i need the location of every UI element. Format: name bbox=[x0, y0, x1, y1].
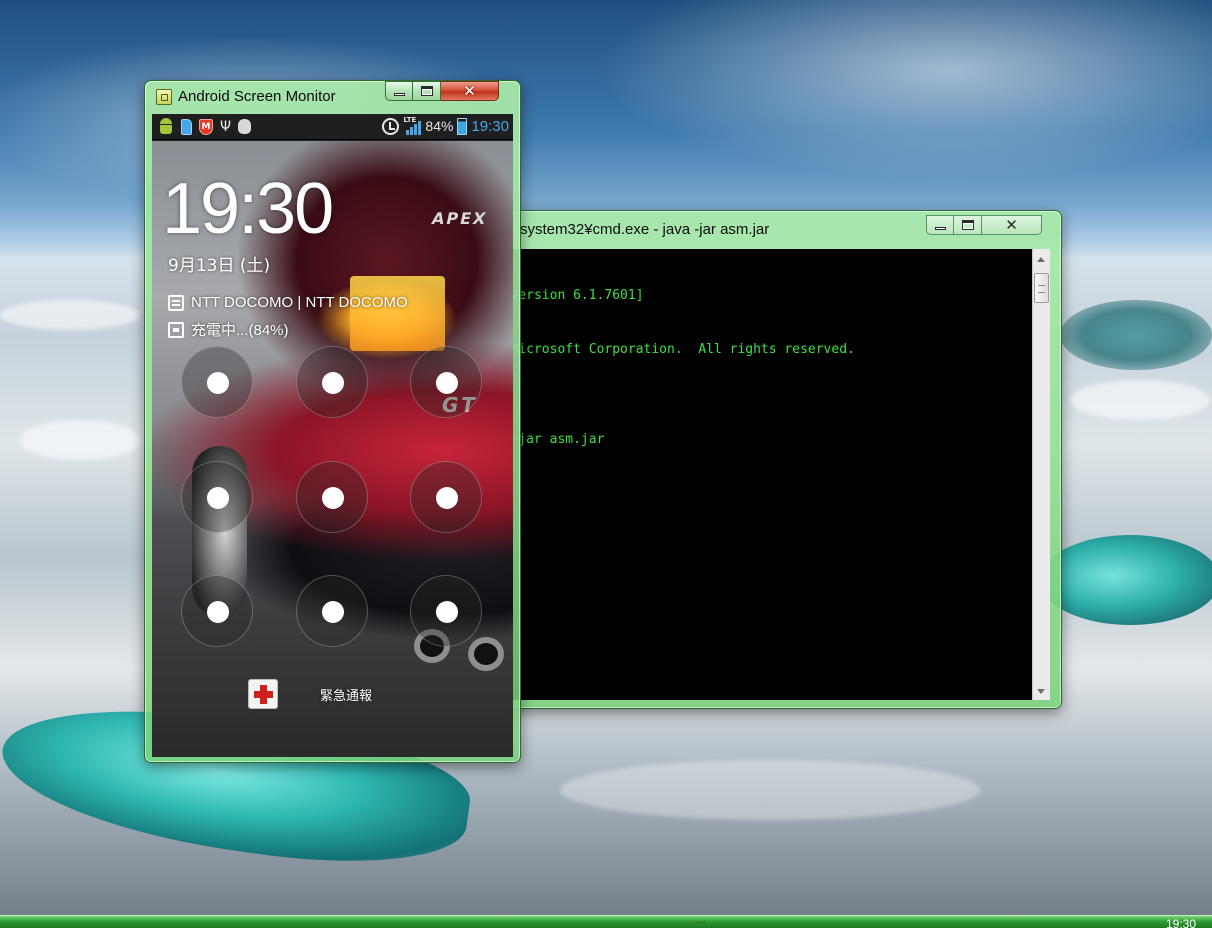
android-status-bar: M Ψ LTE 84% 19:30 bbox=[152, 114, 513, 140]
status-clock: 19:30 bbox=[471, 117, 509, 135]
taskbar-grip[interactable]: ... bbox=[697, 917, 706, 926]
sim-card-icon bbox=[168, 294, 184, 311]
snow-ridge bbox=[20, 420, 140, 460]
battery-percent: 84% bbox=[425, 118, 454, 134]
ice-block bbox=[1040, 535, 1212, 625]
console-scrollbar[interactable] bbox=[1032, 249, 1050, 700]
minimize-icon bbox=[393, 93, 405, 96]
charging-icon bbox=[168, 321, 184, 338]
pattern-dot[interactable] bbox=[181, 346, 253, 418]
emergency-call-button[interactable]: 緊急通報 bbox=[248, 679, 372, 709]
app-icon bbox=[156, 89, 172, 105]
carrier-label: NTT DOCOMO | NTT DOCOMO bbox=[191, 294, 408, 311]
console-window[interactable]: system32¥cmd.exe - java -jar asm.jar ✕ s… bbox=[486, 210, 1062, 709]
console-window-controls: ✕ bbox=[926, 215, 1042, 235]
scroll-up-icon[interactable] bbox=[1037, 257, 1045, 262]
battery-icon bbox=[457, 117, 468, 135]
lte-signal-icon: LTE bbox=[403, 116, 422, 135]
alarm-icon bbox=[382, 117, 400, 135]
charging-info: 充電中...(84%) bbox=[168, 319, 289, 340]
scroll-down-icon[interactable] bbox=[1037, 689, 1045, 694]
close-icon: ✕ bbox=[463, 82, 476, 100]
phone-screen[interactable]: M Ψ LTE 84% 19:30 APEX GT 19:30 9月13日 (土… bbox=[152, 114, 513, 757]
asm-close-button[interactable]: ✕ bbox=[441, 81, 499, 101]
lockscreen-date: 9月13日 (土) bbox=[168, 256, 271, 276]
pattern-dot[interactable] bbox=[296, 461, 368, 533]
status-notification-icons: M Ψ bbox=[158, 118, 252, 135]
console-line: s [Version 6.1.7601] bbox=[487, 288, 644, 303]
sim-card-icon bbox=[181, 118, 192, 135]
bug-icon bbox=[238, 119, 252, 134]
asm-window-title: Android Screen Monitor bbox=[178, 88, 336, 105]
asm-maximize-button[interactable] bbox=[413, 81, 441, 101]
pattern-dot[interactable] bbox=[296, 346, 368, 418]
console-text: s [Version 6.1.7601] 09 Microsoft Corpor… bbox=[487, 251, 855, 485]
emergency-call-label: 緊急通報 bbox=[320, 688, 373, 704]
carrier-info: NTT DOCOMO | NTT DOCOMO bbox=[168, 294, 408, 311]
console-window-title: system32¥cmd.exe - java -jar asm.jar bbox=[520, 221, 770, 238]
pattern-dot[interactable] bbox=[410, 346, 482, 418]
console-close-button[interactable]: ✕ bbox=[982, 215, 1042, 235]
pattern-dot[interactable] bbox=[181, 461, 253, 533]
wallpaper-exhaust bbox=[468, 637, 504, 671]
network-type-label: LTE bbox=[403, 116, 417, 124]
console-minimize-button[interactable] bbox=[926, 215, 954, 235]
android-debug-icon bbox=[158, 118, 174, 135]
pattern-dot[interactable] bbox=[410, 575, 482, 647]
maximize-icon bbox=[961, 220, 974, 230]
security-shield-icon: M bbox=[199, 118, 213, 135]
taskbar: ... 19:30 bbox=[0, 915, 1212, 928]
close-icon: ✕ bbox=[1005, 216, 1018, 234]
snow-ridge bbox=[0, 300, 140, 330]
pattern-dot[interactable] bbox=[410, 461, 482, 533]
asm-window-controls: ✕ bbox=[385, 81, 499, 101]
lockscreen[interactable]: APEX GT 19:30 9月13日 (土) NTT DOCOMO | NTT… bbox=[152, 141, 513, 757]
pattern-dot[interactable] bbox=[296, 575, 368, 647]
asm-minimize-button[interactable] bbox=[385, 81, 413, 101]
console-maximize-button[interactable] bbox=[954, 215, 982, 235]
console-output[interactable]: s [Version 6.1.7601] 09 Microsoft Corpor… bbox=[487, 249, 1032, 700]
status-system-icons: LTE 84% 19:30 bbox=[382, 116, 509, 135]
maximize-icon bbox=[420, 86, 433, 96]
console-line: va -jar asm.jar bbox=[487, 432, 605, 447]
scrollbar-thumb[interactable] bbox=[1034, 273, 1049, 303]
pattern-dot[interactable] bbox=[181, 575, 253, 647]
snow-ridge bbox=[560, 760, 980, 820]
emergency-cross-icon bbox=[248, 679, 278, 709]
ice-block bbox=[1060, 300, 1212, 370]
charging-label: 充電中...(84%) bbox=[191, 322, 289, 339]
snow-ridge bbox=[1070, 380, 1210, 420]
minimize-icon bbox=[934, 227, 946, 230]
android-screen-monitor-window[interactable]: Android Screen Monitor ✕ M Ψ LTE 84% 19:… bbox=[144, 80, 521, 763]
usb-icon: Ψ bbox=[220, 118, 232, 135]
wallpaper-taillight bbox=[350, 276, 445, 351]
wallpaper-logo: APEX bbox=[429, 209, 490, 228]
taskbar-clock[interactable]: 19:30 bbox=[1166, 917, 1196, 928]
lockscreen-clock: 19:30 bbox=[162, 169, 334, 249]
console-line: 09 Microsoft Corporation. All rights res… bbox=[487, 342, 855, 357]
